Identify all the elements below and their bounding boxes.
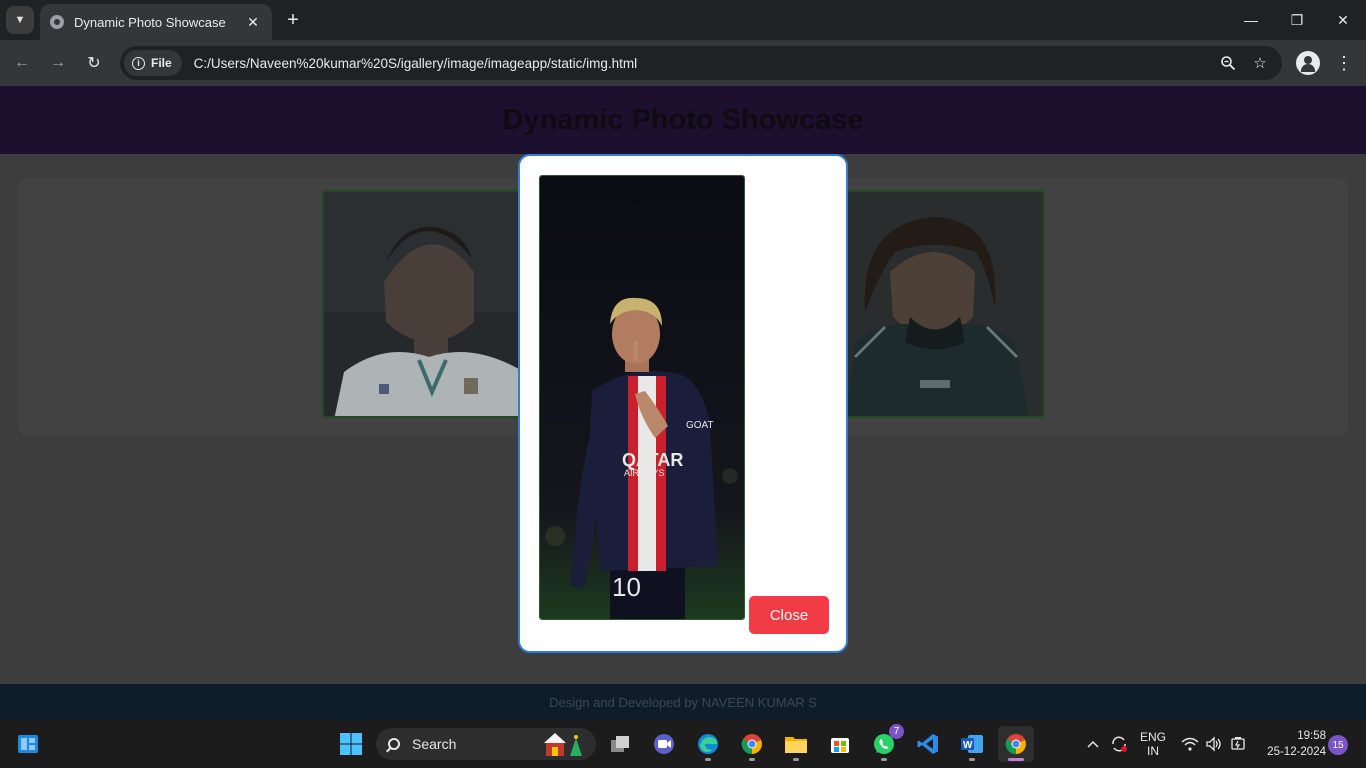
info-icon: i [132,56,145,70]
taskbar-clock[interactable]: 19:58 25-12-2024 [1258,728,1326,760]
svg-text:W: W [963,740,973,751]
chrome-icon[interactable] [734,726,770,762]
svg-text:AIRWAYS: AIRWAYS [624,468,664,478]
volume-icon[interactable] [1205,720,1223,768]
browser-tab[interactable]: Dynamic Photo Showcase ✕ [40,4,272,40]
start-button[interactable] [333,726,369,762]
gallery-image-1[interactable] [322,190,544,418]
show-hidden-icons[interactable] [1086,720,1100,768]
browser-tab-bar: ▼ Dynamic Photo Showcase ✕ + — ❐ ✕ [0,0,1366,40]
windows-taskbar: Search 7 W ENG IN 19:58 25-12-2024 15 [0,720,1366,768]
sync-icon[interactable] [1110,720,1128,768]
bookmark-star-icon[interactable]: ☆ [1244,47,1276,79]
page-header: Dynamic Photo Showcase [0,86,1366,154]
svg-text:10: 10 [612,572,641,602]
wifi-icon[interactable] [1181,720,1199,768]
windows-logo-icon [340,733,362,755]
language-line2: IN [1147,744,1159,758]
forward-button[interactable]: → [45,50,71,76]
gallery-image-2[interactable] [823,190,1045,418]
edge-browser-icon[interactable] [690,726,726,762]
new-tab-button[interactable]: + [282,8,304,32]
chevron-down-icon: ▼ [14,14,26,26]
site-info-chip[interactable]: i File [124,50,182,76]
address-bar[interactable]: i File C:/Users/Naveen%20kumar%20S/igall… [120,46,1282,80]
minimize-button[interactable]: — [1228,6,1274,34]
widgets-icon[interactable] [10,726,46,762]
language-indicator[interactable]: ENG IN [1140,720,1166,768]
site-info-label: File [151,56,172,70]
close-tab-icon[interactable]: ✕ [244,13,262,31]
arrow-right-icon: → [50,54,66,71]
language-line1: ENG [1140,730,1167,744]
page-title: Dynamic Photo Showcase [502,103,864,136]
tab-title: Dynamic Photo Showcase [74,14,226,30]
arrow-left-icon: ← [14,54,30,71]
close-window-button[interactable]: ✕ [1320,6,1366,34]
clock-date: 25-12-2024 [1267,746,1326,758]
svg-text:QATAR: QATAR [622,450,683,470]
page-footer: Design and Developed by NAVEEN KUMAR S [0,684,1366,720]
modal-image: QATAR AIRWAYS GOAT 10 [539,175,745,620]
whatsapp-icon[interactable]: 7 [866,724,904,762]
taskbar-search[interactable]: Search [376,728,596,760]
restore-button[interactable]: ❐ [1274,6,1320,34]
microsoft-store-icon[interactable] [822,726,858,762]
player-photo-2 [825,192,1043,416]
image-modal: QATAR AIRWAYS GOAT 10 Close [518,154,848,653]
notification-badge[interactable]: 15 [1328,735,1348,755]
reload-icon: ↻ [87,55,101,72]
svg-text:GOAT: GOAT [686,420,714,431]
zoom-icon[interactable] [1212,47,1244,79]
browser-toolbar: ← → ↻ i File C:/Users/Naveen%20kumar%20S… [0,40,1366,86]
footer-credit: Design and Developed by NAVEEN KUMAR S [549,694,817,710]
word-icon[interactable]: W [954,726,990,762]
back-button[interactable]: ← [9,50,35,76]
chevron-up-icon [1087,740,1099,748]
globe-icon [50,15,64,29]
holiday-house-icon [544,733,582,756]
more-menu-icon[interactable]: ⋮ [1332,50,1356,76]
search-icon [388,738,400,750]
close-button[interactable]: Close [749,596,829,634]
chrome-active-icon[interactable] [998,726,1034,762]
task-view-icon[interactable] [602,726,638,762]
battery-icon[interactable] [1229,720,1247,768]
player-photo-1 [324,192,542,416]
reload-button[interactable]: ↻ [81,50,107,76]
profile-avatar-icon[interactable] [1296,51,1320,75]
clock-time: 19:58 [1297,730,1326,742]
tab-search-button[interactable]: ▼ [6,6,34,34]
file-explorer-icon[interactable] [778,726,814,762]
url-text[interactable]: C:/Users/Naveen%20kumar%20S/igallery/ima… [194,56,1212,71]
search-label: Search [412,736,457,752]
vscode-icon[interactable] [910,726,946,762]
whatsapp-badge: 7 [889,724,904,739]
meet-icon[interactable] [646,726,682,762]
player-photo-large: QATAR AIRWAYS GOAT 10 [540,176,744,619]
